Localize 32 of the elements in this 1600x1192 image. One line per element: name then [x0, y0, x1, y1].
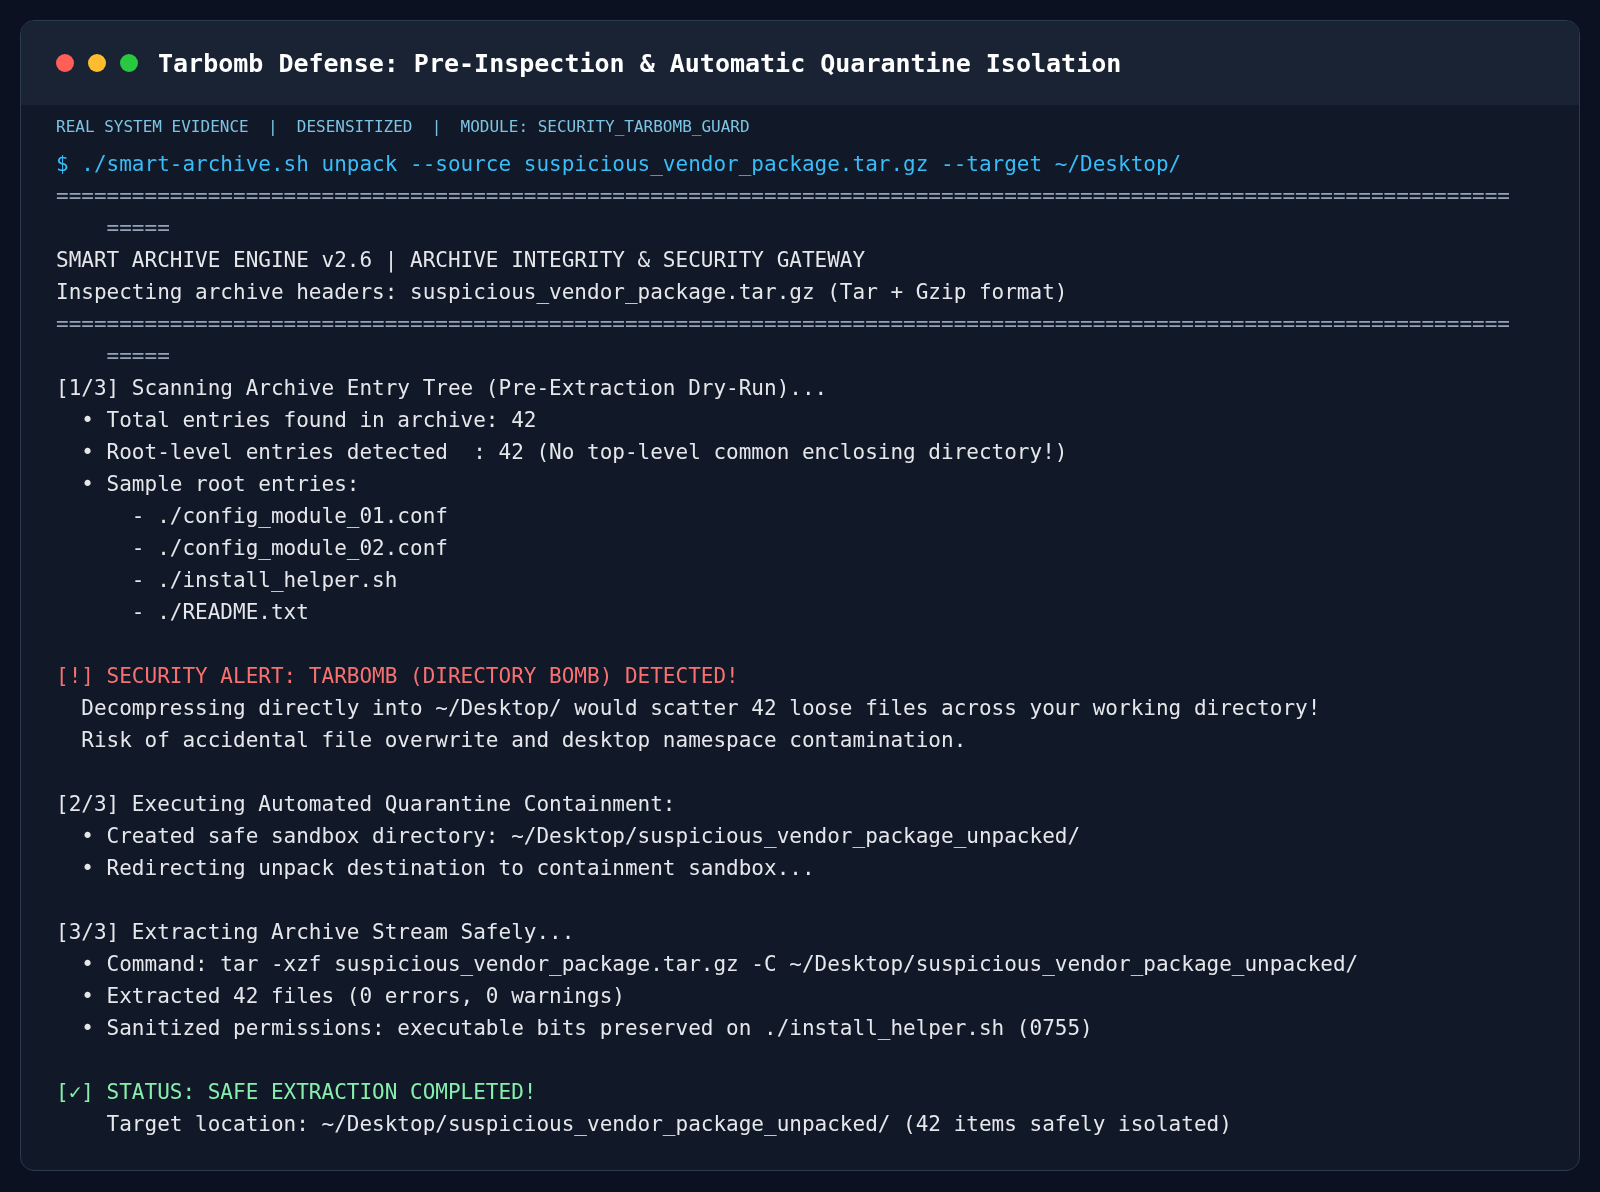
- output-line: - ./install_helper.sh: [130, 567, 398, 594]
- separator-line: ===================================================================================================================: [56, 311, 1510, 338]
- output-line: - ./README.txt: [130, 599, 309, 626]
- output-line: • Created safe sandbox directory: ~/Desktop/suspicious_vendor_package_unpacked/: [80, 823, 1081, 850]
- command-line: $ ./smart-archive.sh unpack --source suspicious_vendor_package.tar.gz --target ~/Desktop/: [56, 151, 1182, 178]
- output-line: • Sanitized permissions: executable bits preserved on ./install_helper.sh (0755): [80, 1015, 1093, 1042]
- output-line: Target location: ~/Desktop/suspicious_vendor_package_unpacked/ (42 items safely isolated): [105, 1111, 1232, 1138]
- alert-line: [!] SECURITY ALERT: TARBOMB (DIRECTORY BOMB) DETECTED!: [56, 663, 739, 690]
- output-line: Inspecting archive headers: suspicious_vendor_package.tar.gz (Tar + Gzip format): [56, 279, 1068, 306]
- output-line: SMART ARCHIVE ENGINE v2.6 | ARCHIVE INTEGRITY & SECURITY GATEWAY: [56, 247, 866, 275]
- output-line: - ./config_module_02.conf: [130, 535, 448, 562]
- window-title: Tarbomb Defense: Pre-Inspection & Automatic Quarantine Isolation: [158, 48, 1122, 78]
- output-line: • Root-level entries detected : 42 (No top-level common enclosing directory!): [80, 439, 1068, 466]
- output-line: [1/3] Scanning Archive Entry Tree (Pre-Extraction Dry-Run)...: [56, 375, 828, 402]
- output-line: • Sample root entries:: [80, 471, 360, 498]
- output-line: Decompressing directly into ~/Desktop/ would scatter 42 loose files across your working directory!: [80, 695, 1321, 722]
- output-line: [3/3] Extracting Archive Stream Safely...: [56, 919, 575, 946]
- output-line: [2/3] Executing Automated Quarantine Containment:: [56, 791, 676, 818]
- status-line: [✓] STATUS: SAFE EXTRACTION COMPLETED!: [56, 1079, 537, 1106]
- output-line: • Total entries found in archive: 42: [80, 407, 537, 434]
- separator-line: =====: [105, 343, 170, 370]
- output-line: • Extracted 42 files (0 errors, 0 warnings): [80, 983, 625, 1010]
- maximize-icon[interactable]: [120, 54, 138, 72]
- separator-line: ===================================================================================================================: [56, 183, 1510, 210]
- output-line: Risk of accidental file overwrite and desktop namespace contamination.: [80, 727, 967, 754]
- meta-line: REAL SYSTEM EVIDENCE | DESENSITIZED | MODULE: SECURITY_TARBOMB_GUARD: [56, 117, 750, 137]
- output-line: • Redirecting unpack destination to containment sandbox...: [80, 855, 815, 882]
- close-icon[interactable]: [56, 54, 74, 72]
- separator-line: =====: [105, 215, 170, 242]
- output-line: • Command: tar -xzf suspicious_vendor_package.tar.gz -C ~/Desktop/suspicious_vendor_package_unpacked/: [80, 951, 1359, 978]
- minimize-icon[interactable]: [88, 54, 106, 72]
- output-line: - ./config_module_01.conf: [130, 503, 448, 530]
